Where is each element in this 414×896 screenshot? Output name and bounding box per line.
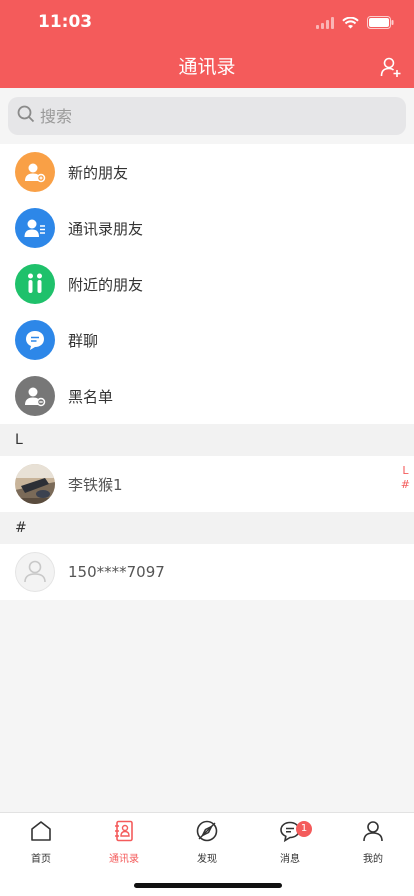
search-icon [8, 105, 35, 127]
message-badge: 1 [296, 821, 312, 837]
status-time: 11:03 [38, 12, 93, 32]
tab-messages[interactable]: 1 消息 [249, 819, 331, 865]
contacts-icon [112, 819, 136, 847]
contact-row[interactable]: 李铁猴1 [0, 456, 414, 512]
index-letter[interactable]: L [402, 464, 408, 478]
search-input[interactable] [40, 106, 380, 126]
menu-label: 新的朋友 [68, 163, 129, 182]
tab-label: 发现 [197, 854, 217, 865]
discover-icon [195, 819, 219, 847]
menu-label: 黑名单 [68, 387, 114, 406]
section-header-hash: # [0, 512, 414, 544]
contact-row[interactable]: 150****7097 [0, 544, 414, 600]
page-title: 通讯录 [178, 56, 236, 78]
tab-label: 通讯录 [109, 854, 139, 865]
tab-label: 首页 [31, 854, 51, 865]
default-avatar-icon [15, 552, 55, 592]
tab-profile[interactable]: 我的 [332, 819, 414, 865]
avatar [15, 464, 55, 504]
tab-label: 消息 [280, 854, 300, 865]
contact-list-icon [15, 208, 55, 248]
contact-name: 150****7097 [68, 563, 165, 581]
menu-label: 附近的朋友 [68, 275, 144, 294]
search-box[interactable] [8, 97, 406, 135]
tab-bar: 首页 通讯录 发现 1 消息 我的 [0, 812, 414, 896]
tab-home[interactable]: 首页 [0, 819, 82, 865]
home-icon [29, 819, 53, 847]
index-letter[interactable]: # [401, 478, 410, 492]
tab-discover[interactable]: 发现 [166, 819, 248, 865]
search-bar [0, 88, 414, 144]
battery-icon [367, 14, 394, 33]
signal-icon [316, 14, 334, 33]
menu-item-blacklist[interactable]: 黑名单 [0, 368, 414, 424]
contact-menu: 新的朋友 通讯录朋友 附近的朋友 群聊 黑名单 [0, 144, 414, 424]
blacklist-icon [15, 376, 55, 416]
status-bar: 11:03 [0, 0, 414, 44]
add-friend-icon [15, 152, 55, 192]
menu-label: 群聊 [68, 331, 99, 350]
menu-item-nearby-friends[interactable]: 附近的朋友 [0, 256, 414, 312]
nearby-people-icon [15, 264, 55, 304]
add-user-icon[interactable] [380, 56, 402, 78]
contact-name: 李铁猴1 [68, 475, 123, 494]
alphabet-index-bar[interactable]: L # [401, 464, 410, 492]
contacts-screen: 11:03 通讯录 搜索 新的朋友 通讯录朋友 附近的朋友 群聊 黑名单 L 李… [0, 0, 414, 896]
status-icons [316, 14, 394, 33]
menu-item-contact-friends[interactable]: 通讯录朋友 [0, 200, 414, 256]
tab-label: 我的 [363, 854, 383, 865]
home-indicator [134, 883, 282, 888]
header: 11:03 通讯录 [0, 0, 414, 88]
profile-icon [361, 819, 385, 847]
menu-item-new-friends[interactable]: 新的朋友 [0, 144, 414, 200]
wifi-icon [342, 14, 359, 33]
menu-label: 通讯录朋友 [68, 219, 144, 238]
menu-item-group-chat[interactable]: 群聊 [0, 312, 414, 368]
section-header-l: L [0, 424, 414, 456]
group-chat-icon [15, 320, 55, 360]
tab-contacts[interactable]: 通讯录 [83, 819, 165, 865]
